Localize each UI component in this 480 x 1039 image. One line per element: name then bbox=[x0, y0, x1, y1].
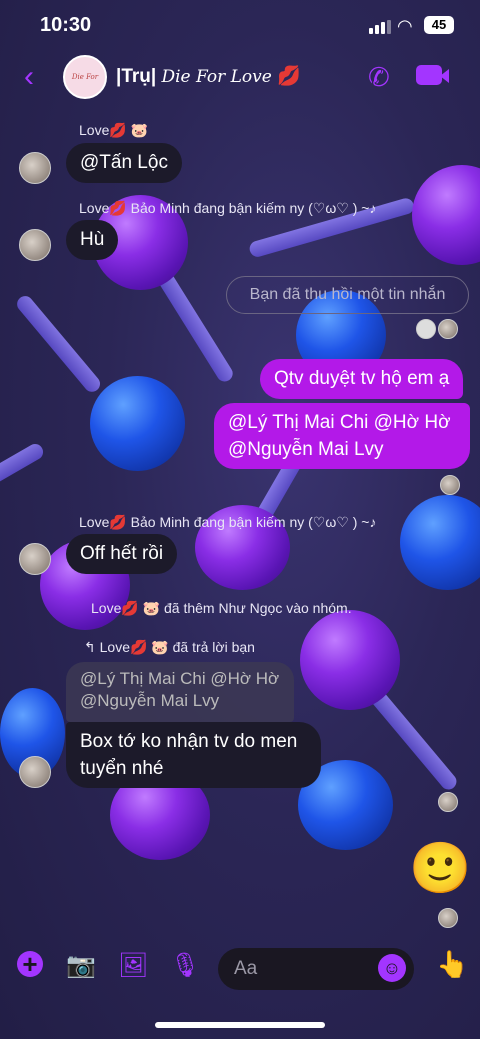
quote-line: @Nguyễn Mai Lvy bbox=[80, 691, 220, 710]
microphone-icon[interactable]: 🎙 bbox=[170, 951, 200, 980]
reply-quote[interactable]: @Lý Thị Mai Chi @Hờ Hờ @Nguyễn Mai Lvy bbox=[66, 662, 294, 722]
message-input[interactable]: Aa ☺ bbox=[218, 948, 414, 990]
outgoing-message-bubble[interactable]: Qtv duyệt tv hộ em ạ bbox=[260, 359, 464, 399]
message-bubble[interactable]: Off hết rồi bbox=[66, 534, 178, 574]
avatar[interactable] bbox=[19, 152, 51, 184]
message-composer: + 📷 🖼 🎙 Aa ☺ 👆 bbox=[0, 935, 480, 1005]
system-notice: Love💋 🐷 đã thêm Như Ngọc vào nhóm. bbox=[91, 600, 352, 616]
message-line: @Lý Thị Mai Chi @Hờ Hờ bbox=[228, 412, 451, 433]
avatar[interactable] bbox=[19, 756, 51, 788]
message-input-placeholder: Aa bbox=[234, 958, 258, 979]
message-line: @Nguyễn Mai Lvy bbox=[228, 439, 384, 460]
message-list: Love💋 🐷 @Tấn Lộc Love💋 Bảo Minh đang bận… bbox=[0, 0, 480, 1039]
message-line: Box tớ ko nhận tv do men bbox=[80, 731, 298, 752]
seen-avatar bbox=[438, 792, 458, 812]
message-line: tuyển nhé bbox=[80, 758, 164, 779]
seen-avatar bbox=[416, 319, 436, 339]
camera-icon[interactable]: 📷 bbox=[66, 951, 96, 980]
sender-label: Love💋 Bảo Minh đang bận kiếm ny (♡ω♡ ) ~… bbox=[79, 200, 377, 216]
quote-line: @Lý Thị Mai Chi @Hờ Hờ bbox=[80, 669, 280, 688]
sender-label: Love💋 Bảo Minh đang bận kiếm ny (♡ω♡ ) ~… bbox=[79, 514, 377, 530]
sender-label: Love💋 🐷 bbox=[79, 122, 149, 138]
message-bubble[interactable]: @Tấn Lộc bbox=[66, 143, 182, 183]
emoji-message[interactable]: 🙂 bbox=[409, 839, 471, 898]
quick-reaction-icon[interactable]: 👆 bbox=[436, 949, 468, 980]
seen-avatar bbox=[438, 319, 458, 339]
message-bubble[interactable]: Hù bbox=[66, 220, 119, 260]
image-icon[interactable]: 🖼 bbox=[118, 951, 148, 980]
outgoing-message-bubble[interactable]: @Lý Thị Mai Chi @Hờ Hờ @Nguyễn Mai Lvy bbox=[214, 403, 470, 469]
home-indicator bbox=[155, 1022, 325, 1028]
reply-label: ↰ Love💋 🐷 đã trả lời bạn bbox=[84, 639, 255, 655]
seen-avatar bbox=[438, 908, 458, 928]
recalled-message[interactable]: Bạn đã thu hồi một tin nhắn bbox=[226, 276, 469, 314]
seen-avatar bbox=[440, 475, 460, 495]
avatar[interactable] bbox=[19, 543, 51, 575]
emoji-icon[interactable]: ☺ bbox=[378, 954, 406, 982]
message-bubble[interactable]: Box tớ ko nhận tv do men tuyển nhé bbox=[66, 722, 321, 788]
plus-icon[interactable]: + bbox=[17, 951, 43, 977]
avatar[interactable] bbox=[19, 229, 51, 261]
